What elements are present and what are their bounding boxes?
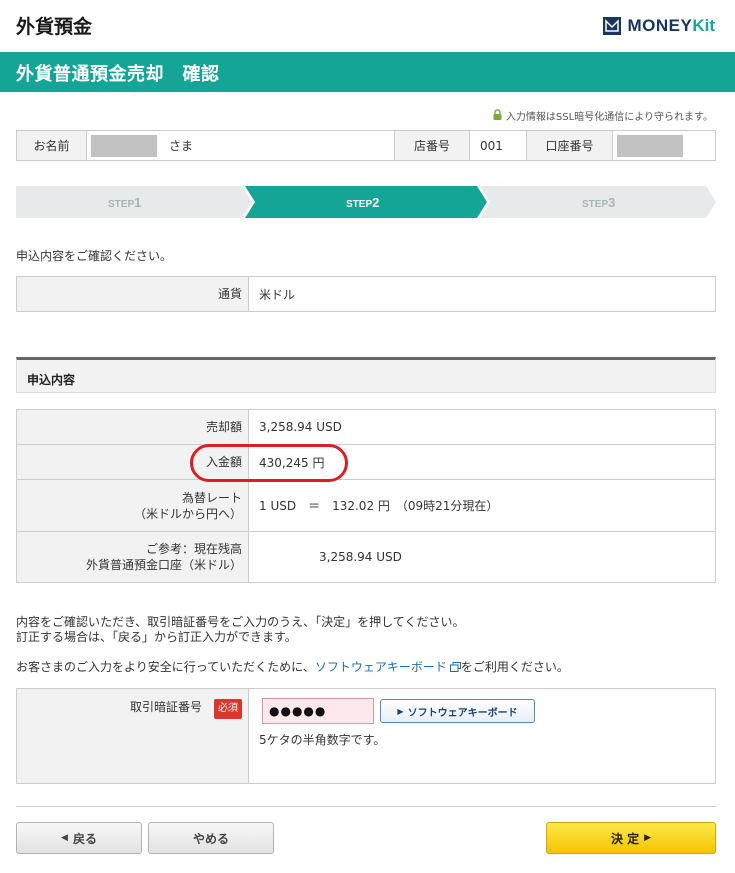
- software-keyboard-link[interactable]: ソフトウェアキーボード: [315, 660, 447, 674]
- moneykit-logo: MONEY Kit: [603, 15, 715, 37]
- name-value: さま: [87, 131, 395, 160]
- exchange-rate-label: 為替レート （米ドルから円へ）: [17, 480, 249, 531]
- pin-hint: 5ケタの半角数字です。: [259, 733, 386, 747]
- triangle-right-icon: ▶: [397, 706, 404, 716]
- step-3: STEP3: [582, 195, 616, 210]
- back-button[interactable]: ◀ 戻る: [16, 822, 142, 854]
- page-banner: 外貨普通預金売却 確認: [0, 52, 735, 92]
- account-label: 口座番号: [527, 131, 613, 160]
- name-label: お名前: [17, 131, 87, 160]
- logo-text-money: MONEY: [627, 16, 693, 35]
- table-row: 売却額 3,258.94 USD: [17, 410, 715, 445]
- branch-value: 001: [470, 131, 527, 160]
- logo-mark-icon: [603, 17, 622, 35]
- page-header: 外貨預金 MONEY Kit: [0, 0, 735, 52]
- section-title: 申込内容: [27, 373, 76, 387]
- table-row: 入金額 430,245 円: [17, 445, 715, 480]
- highlight-annotation: [190, 444, 348, 482]
- instruction-line-2: 訂正する場合は、「戻る」から訂正入力ができます。: [16, 630, 297, 644]
- reference-balance-value: 3,258.94 USD: [319, 550, 402, 564]
- pin-label-cell: 取引暗証番号 必須: [17, 689, 249, 783]
- banner-title: 外貨普通預金売却 確認: [16, 64, 220, 85]
- safety-notice: お客さまのご入力をより安全に行っていただくために、ソフトウェアキーボード をご利用…: [16, 660, 569, 676]
- logo-text-kit: Kit: [692, 16, 715, 35]
- table-row: 通貨 米ドル: [17, 277, 715, 311]
- table-row: 為替レート （米ドルから円へ） 1 USD ＝ 132.02 円 （09時21分…: [17, 480, 715, 532]
- external-window-icon: [449, 660, 461, 676]
- branch-label: 店番号: [395, 131, 470, 160]
- ssl-notice-text: 入力情報はSSL暗号化通信により守られます。: [505, 112, 713, 123]
- decide-button[interactable]: 決 定 ▶: [546, 822, 716, 854]
- masked-name: [91, 134, 157, 157]
- section-heading: 申込内容: [16, 357, 716, 393]
- exchange-rate-value: 1 USD ＝ 132.02 円 （09時21分現在）: [259, 499, 499, 513]
- lock-icon: [493, 108, 502, 123]
- triangle-left-icon: ◀: [61, 833, 68, 843]
- currency-label: 通貨: [17, 277, 249, 311]
- currency-table: 通貨 米ドル: [16, 276, 716, 312]
- triangle-right-icon: ▶: [644, 833, 652, 843]
- ssl-notice: 入力情報はSSL暗号化通信により守られます。: [493, 108, 713, 123]
- currency-value: 米ドル: [259, 287, 296, 302]
- sell-amount-value: 3,258.94 USD: [259, 420, 342, 434]
- details-table: 売却額 3,258.94 USD 入金額 430,245 円 為替レート （米ド…: [16, 409, 716, 583]
- page-title: 外貨預金: [16, 16, 93, 38]
- pin-input[interactable]: ●●●●●: [262, 698, 374, 724]
- customer-info-bar: お名前 さま 店番号 001 口座番号: [16, 130, 716, 161]
- step-1: STEP1: [108, 195, 142, 210]
- intro-text: 申込内容をご確認ください。: [16, 249, 173, 263]
- footer-divider: [16, 806, 716, 807]
- required-badge: 必須: [214, 699, 242, 719]
- pin-label: 取引暗証番号: [129, 700, 202, 714]
- reference-balance-label: ご参考：現在残高 外貨普通預金口座（米ドル）: [17, 532, 249, 582]
- step-indicator: STEP1 STEP2 STEP3: [16, 186, 716, 218]
- instruction-line-1: 内容をご確認いただき、取引暗証番号をご入力のうえ、「決定」を押してください。: [16, 615, 465, 629]
- table-row: ご参考：現在残高 外貨普通預金口座（米ドル） 3,258.94 USD: [17, 532, 715, 582]
- software-keyboard-button[interactable]: ▶ ソフトウェアキーボード: [380, 699, 535, 723]
- sell-amount-label: 売却額: [17, 410, 249, 444]
- masked-account: [617, 134, 683, 157]
- cancel-button[interactable]: やめる: [148, 822, 274, 854]
- account-value: [613, 131, 715, 160]
- step-2: STEP2: [346, 195, 380, 210]
- name-suffix: さま: [169, 139, 194, 153]
